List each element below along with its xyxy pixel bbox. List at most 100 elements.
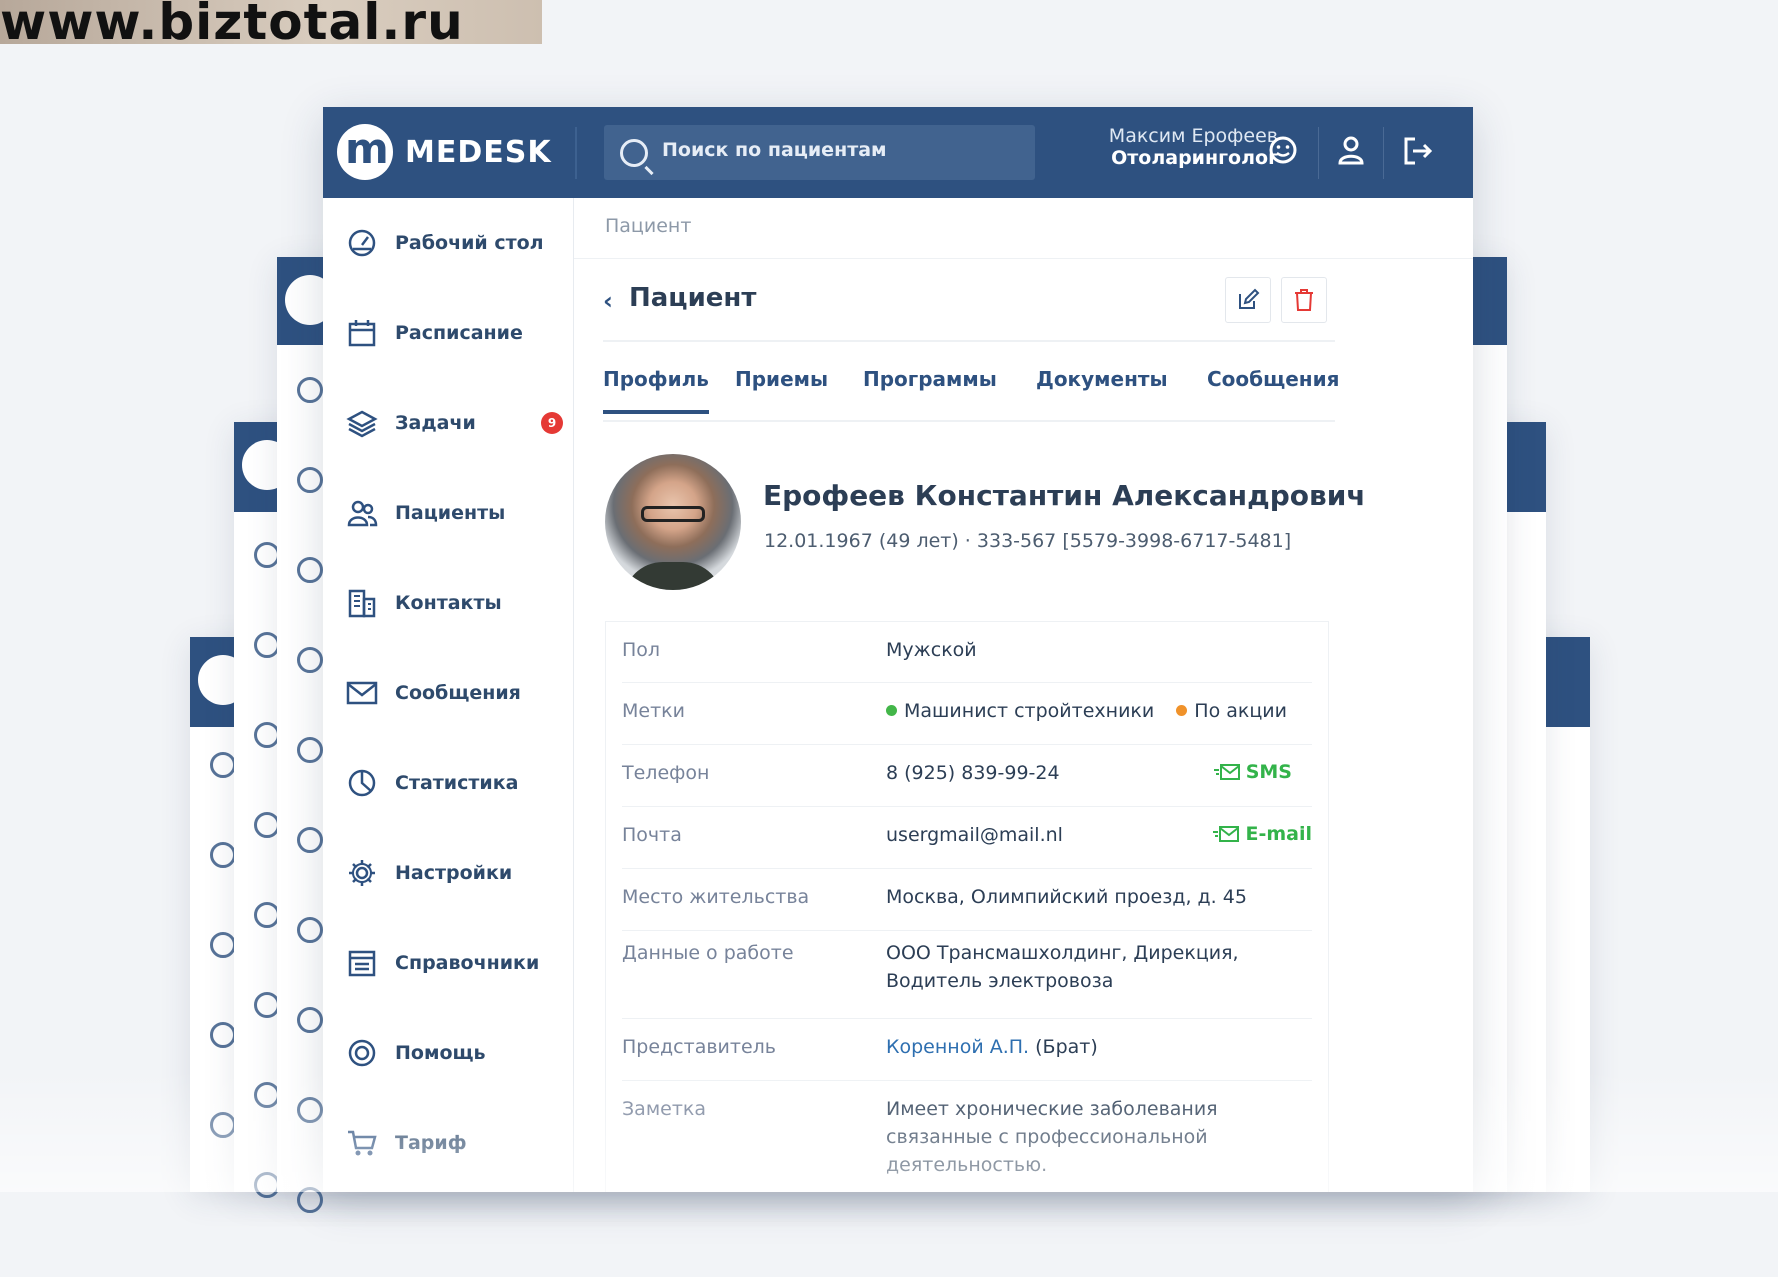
representative-relation: (Брат): [1029, 1036, 1098, 1058]
sms-label: SMS: [1245, 761, 1292, 783]
tab-documents[interactable]: Документы: [1036, 367, 1168, 391]
sidebar-item-label: Задачи: [395, 412, 476, 434]
representative-value: Коренной А.П. (Брат): [886, 1033, 1098, 1061]
sidebar-item-directories[interactable]: Справочники: [323, 918, 573, 1008]
tags-value: Машинист стройтехники По акции: [886, 697, 1287, 725]
send-sms-icon: [1213, 764, 1240, 780]
email-button[interactable]: E-mail: [1213, 823, 1312, 845]
detail-row-address: Место жительства Москва, Олимпийский про…: [622, 868, 1312, 931]
pie-chart-icon: [345, 766, 379, 800]
detail-row-gender: Пол Мужской: [622, 622, 1312, 683]
search-icon: [620, 139, 648, 167]
sidebar-item-label: Статистика: [395, 772, 519, 794]
detail-row-tags: Метки Машинист стройтехники По акции: [622, 682, 1312, 745]
main-window: MEDESK Поиск по пациентам Максим Ерофеев…: [323, 107, 1473, 1192]
sidebar-item-contacts[interactable]: Контакты: [323, 558, 573, 648]
breadcrumb[interactable]: Пациент: [605, 215, 691, 237]
dashboard-icon: [345, 226, 379, 260]
search-placeholder: Поиск по пациентам: [662, 139, 887, 161]
detail-label: Пол: [622, 639, 661, 661]
delete-button[interactable]: [1281, 277, 1327, 323]
tasks-count-badge: 9: [541, 412, 563, 434]
sidebar-item-label: Пациенты: [395, 502, 506, 524]
brand-logo[interactable]: MEDESK: [337, 124, 552, 180]
tag-label[interactable]: По акции: [1194, 700, 1287, 722]
layers-icon: [345, 406, 379, 440]
detail-label: Заметка: [622, 1098, 707, 1120]
tab-appointments[interactable]: Приемы: [735, 367, 828, 391]
patient-name: Ерофеев Константин Александрович: [763, 479, 1366, 512]
sidebar-item-label: Тариф: [395, 1132, 467, 1154]
sidebar-item-label: Справочники: [395, 952, 540, 974]
user-name: Максим Ерофеев: [1108, 125, 1278, 147]
tag-dot-green: [886, 705, 897, 716]
top-bar: MEDESK Поиск по пациентам Максим Ерофеев…: [323, 107, 1473, 198]
detail-row-email: Почта usergmail@mail.nl E-mail: [622, 806, 1312, 869]
logout-icon[interactable]: [1401, 135, 1433, 167]
back-arrow-icon[interactable]: ‹: [603, 287, 613, 315]
work-line: ООО Трансмашхолдинг, Дирекция,: [886, 942, 1239, 964]
note-line: связанные с профессиональной: [886, 1126, 1208, 1148]
sidebar-item-help[interactable]: Помощь: [323, 1008, 573, 1098]
watermark: www.biztotal.ru: [0, 0, 542, 44]
send-email-icon: [1213, 826, 1240, 842]
patient-avatar: [605, 454, 741, 590]
mail-icon: [345, 676, 379, 710]
edit-button[interactable]: [1225, 277, 1271, 323]
email-value: usergmail@mail.nl: [886, 824, 1063, 846]
patient-meta: 12.01.1967 (49 лет) · 333-567 [5579-3998…: [764, 530, 1292, 552]
help-icon: [345, 1036, 379, 1070]
sidebar-item-label: Помощь: [395, 1042, 486, 1064]
patient-details-card: Пол Мужской Метки Машинист стройтехники …: [605, 621, 1329, 1192]
sidebar: Рабочий стол Расписание Задачи 9 Пациент…: [323, 198, 574, 1192]
detail-label: Почта: [622, 824, 682, 846]
tab-profile[interactable]: Профиль: [603, 367, 709, 414]
page-title: Пациент: [629, 283, 757, 313]
detail-row-phone: Телефон 8 (925) 839-99-24 SMS: [622, 744, 1312, 807]
cart-icon: [345, 1126, 379, 1160]
sidebar-item-schedule[interactable]: Расписание: [323, 288, 573, 378]
representative-link[interactable]: Коренной А.П.: [886, 1036, 1029, 1058]
tab-messages[interactable]: Сообщения: [1207, 367, 1339, 391]
work-line: Водитель электровоза: [886, 970, 1114, 992]
detail-value: Мужской: [886, 639, 977, 661]
search-input[interactable]: Поиск по пациентам: [604, 125, 1035, 180]
user-info[interactable]: Максим Ерофеев Отоларинголог: [1058, 125, 1278, 169]
edit-icon: [1239, 288, 1260, 309]
sidebar-item-messages[interactable]: Сообщения: [323, 648, 573, 738]
detail-label: Телефон: [622, 762, 710, 784]
tab-programs[interactable]: Программы: [863, 367, 997, 391]
medesk-logo-icon: [337, 124, 393, 180]
sidebar-item-label: Рабочий стол: [395, 232, 544, 254]
tag-label[interactable]: Машинист стройтехники: [904, 700, 1154, 722]
detail-row-note: Заметка Имеет хронические заболевания св…: [622, 1080, 1312, 1192]
contacts-icon: [345, 586, 379, 620]
sidebar-item-tariff[interactable]: Тариф: [323, 1098, 573, 1188]
sidebar-item-statistics[interactable]: Статистика: [323, 738, 573, 828]
detail-label: Место жительства: [622, 886, 810, 908]
trash-icon: [1295, 289, 1313, 311]
sidebar-item-label: Расписание: [395, 322, 523, 344]
detail-row-work: Данные о работе ООО Трансмашхолдинг, Дир…: [622, 930, 1312, 1019]
doctor-profile-icon[interactable]: [1335, 135, 1367, 167]
brand-name: MEDESK: [405, 134, 552, 170]
sidebar-item-tasks[interactable]: Задачи 9: [323, 378, 573, 468]
sidebar-item-label: Сообщения: [395, 682, 521, 704]
patients-icon: [345, 496, 379, 530]
phone-value: 8 (925) 839-99-24: [886, 762, 1060, 784]
sidebar-item-label: Контакты: [395, 592, 502, 614]
sms-button[interactable]: SMS: [1213, 761, 1292, 783]
detail-row-representative: Представитель Коренной А.П. (Брат): [622, 1018, 1312, 1081]
smile-icon[interactable]: [1267, 135, 1299, 167]
email-action-label: E-mail: [1245, 823, 1312, 845]
sidebar-item-dashboard[interactable]: Рабочий стол: [323, 198, 573, 288]
note-line: Имеет хронические заболевания: [886, 1098, 1218, 1120]
user-role: Отоларинголог: [1111, 147, 1278, 169]
sidebar-item-settings[interactable]: Настройки: [323, 828, 573, 918]
topbar-divider: [575, 127, 577, 179]
calendar-icon: [345, 316, 379, 350]
detail-label: Данные о работе: [622, 942, 794, 964]
sidebar-item-patients[interactable]: Пациенты: [323, 468, 573, 558]
note-line: деятельностью.: [886, 1154, 1048, 1176]
address-value: Москва, Олимпийский проезд, д. 45: [886, 886, 1247, 908]
